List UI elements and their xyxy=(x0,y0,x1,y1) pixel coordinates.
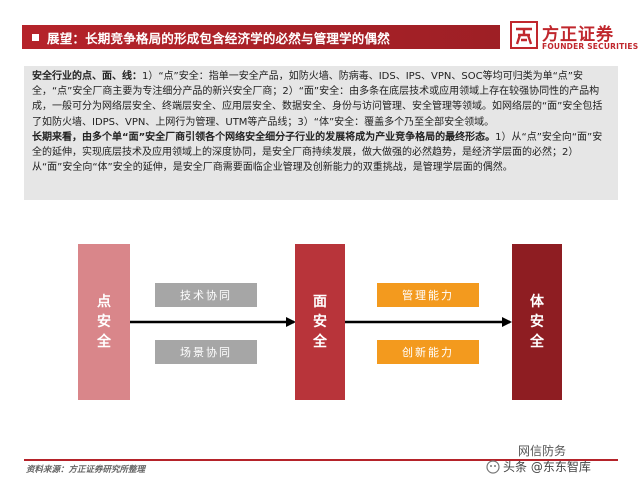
block-surface-security: 面安全 xyxy=(295,244,345,400)
tag-tech-synergy: 技术协同 xyxy=(155,283,257,307)
watermark-text: 头条 @东东智库 xyxy=(503,460,591,474)
source-note: 资料来源：方正证券研究所整理 xyxy=(26,465,146,475)
summary-paragraph-1: 安全行业的点、面、线：1）“点”安全：指单一安全产品，如防火墙、防病毒、IDS、… xyxy=(32,69,610,130)
summary-lead-2: 长期来看，由多个单“面”安全厂商引领各个网络安全细分子行业的发展将成为产业竞争格… xyxy=(32,131,496,143)
founder-logo-icon xyxy=(510,21,538,49)
block-body-security: 体安全 xyxy=(512,244,562,400)
founder-securities-logo: 方正证券 FOUNDER SECURITIES xyxy=(508,18,638,58)
title-bar: 展望：长期竞争格局的形成包含经济学的必然与管理学的偶然 xyxy=(22,25,500,49)
summary-box: 安全行业的点、面、线：1）“点”安全：指单一安全产品，如防火墙、防病毒、IDS、… xyxy=(24,66,618,200)
bullet-square-icon xyxy=(32,33,39,41)
logo-text-en: FOUNDER SECURITIES xyxy=(542,42,639,51)
tag-scene-synergy: 场景协同 xyxy=(155,340,257,364)
summary-lead-1: 安全行业的点、面、线： xyxy=(32,71,142,82)
wechat-icon xyxy=(486,459,500,474)
tag-innovation-ability: 创新能力 xyxy=(377,340,479,364)
block-point-security: 点安全 xyxy=(78,244,130,400)
summary-paragraph-2: 长期来看，由多个单“面”安全厂商引领各个网络安全细分子行业的发展将成为产业竞争格… xyxy=(32,130,610,176)
watermark: 头条 @东东智库 xyxy=(486,458,591,475)
watermark-account: 网信防务 xyxy=(518,444,567,458)
tag-management-ability: 管理能力 xyxy=(377,283,479,307)
page-title: 展望：长期竞争格局的形成包含经济学的必然与管理学的偶然 xyxy=(47,30,390,46)
header: 展望：长期竞争格局的形成包含经济学的必然与管理学的偶然 方正证券 FOUNDER… xyxy=(0,0,640,62)
